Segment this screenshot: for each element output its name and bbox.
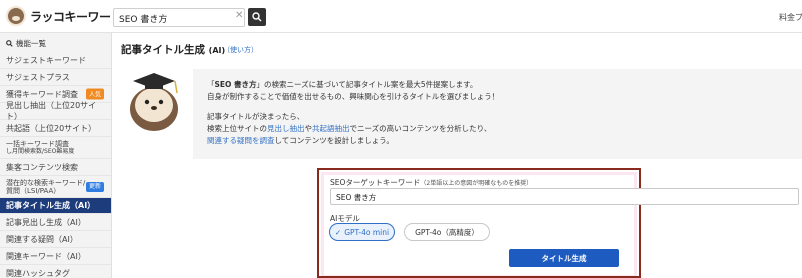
intro-text: 自身が制作することで価値を出せるもの、興味関心を引けるタイトルを選びましょう！ — [207, 92, 500, 101]
sidebar-item-label: 質問（LSI/PAA） — [6, 186, 61, 195]
intro-text: や — [304, 124, 313, 133]
sidebar: 機能一覧 サジェストキーワード サジェストプラス 獲得キーワード調査 人気 見出し… — [0, 33, 112, 278]
intro-paragraph-1: 「SEO 書き方」の検索ニーズに基づいて記事タイトル案を最大5件提案します。 自… — [207, 79, 499, 103]
keyword-input[interactable]: SEO 書き方 — [330, 188, 799, 205]
intro-text: 」の検索ニーズに基づいて記事タイトル案を最大5件提案します。 — [256, 80, 478, 89]
sidebar-item-label: 記事タイトル生成（AI） — [6, 201, 96, 210]
keyword-label-note: （2単語以上の意図が明確なものを推奨） — [420, 180, 533, 187]
sidebar-item-label: 見出し抽出（上位20サイト） — [6, 101, 97, 121]
page-title: 記事タイトル生成 (AI) — [121, 42, 225, 57]
model-option-gpt-4o[interactable]: GPT-4o（高精度） — [404, 223, 490, 241]
close-icon[interactable]: ✕ — [235, 10, 243, 21]
otter-logo-icon — [6, 6, 26, 26]
sidebar-item-title-generator[interactable]: 記事タイトル生成（AI） — [0, 198, 111, 214]
keyword-field-label: SEOターゲットキーワード（2単語以上の意図が明確なものを推奨） — [330, 177, 532, 188]
sidebar-item-label: 関連ハッシュタグ — [6, 268, 70, 278]
update-badge: 更新 — [85, 181, 104, 192]
check-icon: ✓ — [334, 227, 342, 237]
intro-text: でニーズの高いコンテンツを分析したり、 — [349, 124, 492, 133]
headings-extract-link[interactable]: 見出し抽出 — [267, 124, 305, 133]
sidebar-item-related-keywords[interactable]: 関連キーワード（AI） — [0, 248, 111, 265]
sidebar-item-suggest-plus[interactable]: サジェストプラス — [0, 69, 111, 86]
model-option-label: GPT-4o mini — [344, 227, 390, 237]
search-input[interactable]: SEO 書き方 — [113, 8, 245, 27]
sidebar-item-headings[interactable]: 見出し抽出（上位20サイト） — [0, 101, 111, 121]
logo-text: ラッコキーワード — [30, 9, 123, 24]
model-option-gpt-4o-mini[interactable]: ✓ GPT-4o mini — [329, 223, 395, 241]
sidebar-item-sublabel: し月間検索数/SEO難易度 — [6, 147, 75, 155]
sidebar-item-label: 記事見出し生成（AI） — [6, 217, 86, 227]
otter-mascot-icon — [130, 73, 178, 131]
top-bar: ラッコキーワード SEO 書き方 ✕ 料金プ — [0, 0, 802, 33]
intro-text: 「 — [207, 80, 215, 89]
keyword-label-text: SEOターゲットキーワード — [330, 178, 421, 187]
sidebar-item-lsi-paa[interactable]: 潜在的な検索キーワード/質問（LSI/PAA） 更新 — [0, 176, 111, 198]
sidebar-item-label: 関連する疑問（AI） — [6, 234, 78, 244]
sidebar-item-related-questions[interactable]: 関連する疑問（AI） — [0, 231, 111, 248]
main-content: 記事タイトル生成 (AI) （使い方） 「SEO 書き方」の検索ニーズに基づいて… — [113, 33, 802, 278]
sidebar-item-cooccurrence[interactable]: 共起語（上位20サイト） — [0, 120, 111, 137]
page-title-text: 記事タイトル生成 — [121, 44, 205, 56]
intro-text: してコンテンツを設計しましょう。 — [274, 136, 394, 145]
sidebar-item-label: 潜在的な検索キーワード/ — [6, 178, 86, 187]
intro-panel: 「SEO 書き方」の検索ニーズに基づいて記事タイトル案を最大5件提案します。 自… — [193, 69, 802, 159]
sidebar-header-label: 機能一覧 — [16, 39, 46, 48]
sidebar-item-heading-generator[interactable]: 記事見出し生成（AI） — [0, 214, 111, 231]
search-icon — [252, 12, 262, 22]
intro-keyword: SEO 書き方 — [214, 80, 257, 89]
sidebar-item-label: 関連キーワード（AI） — [6, 251, 86, 261]
sidebar-item-label: 共起語（上位20サイト） — [6, 123, 97, 133]
sidebar-item-bulk-research[interactable]: 一括キーワード調査 し月間検索数/SEO難易度 — [0, 137, 111, 159]
generate-title-button[interactable]: タイトル生成 — [509, 249, 619, 267]
sidebar-item-hashtags[interactable]: 関連ハッシュタグ — [0, 265, 111, 278]
search-button[interactable] — [248, 8, 266, 26]
sidebar-item-label: サジェストキーワード — [6, 55, 86, 65]
cooccurrence-extract-link[interactable]: 共起語抽出 — [312, 124, 350, 133]
sidebar-item-label: 集客コンテンツ検索 — [6, 162, 78, 172]
intro-text: 検索上位サイトの — [207, 124, 267, 133]
sidebar-item-suggest[interactable]: サジェストキーワード — [0, 52, 111, 69]
sidebar-item-label: 獲得キーワード調査 — [6, 89, 78, 99]
intro-text: 記事タイトルが決まったら、 — [207, 112, 305, 121]
popular-badge: 人気 — [85, 88, 104, 100]
model-option-label: GPT-4o（高精度） — [415, 227, 479, 237]
logo[interactable]: ラッコキーワード — [6, 6, 123, 26]
sidebar-item-label: サジェストプラス — [6, 72, 70, 82]
pricing-link[interactable]: 料金プ — [779, 12, 802, 23]
how-to-use-link[interactable]: （使い方） — [223, 45, 258, 55]
intro-paragraph-2: 記事タイトルが決まったら、 検索上位サイトの見出し抽出や共起語抽出でニーズの高い… — [207, 111, 491, 147]
search-icon — [6, 40, 13, 47]
related-questions-link[interactable]: 関連する疑問を調査 — [207, 136, 275, 145]
sidebar-item-content-search[interactable]: 集客コンテンツ検索 — [0, 159, 111, 176]
sidebar-header: 機能一覧 — [0, 33, 111, 52]
sidebar-item-label: 一括キーワード調査 — [6, 139, 69, 148]
